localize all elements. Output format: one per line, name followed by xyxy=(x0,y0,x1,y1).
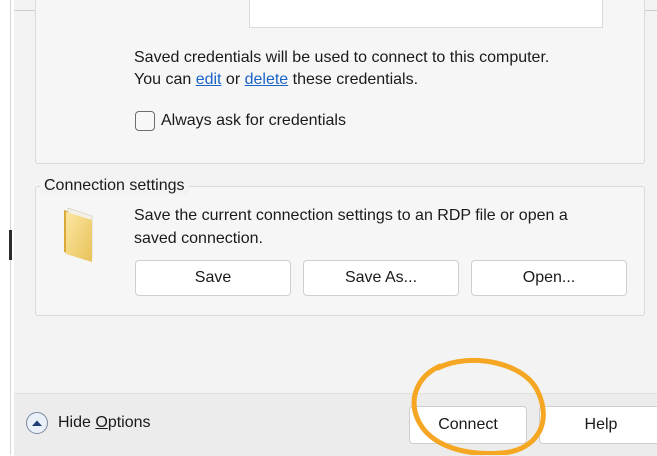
edge-line xyxy=(10,0,11,455)
edge-marker xyxy=(9,230,12,260)
credentials-text-prefix: You can xyxy=(134,71,196,88)
connection-settings-legend: Connection settings xyxy=(40,177,189,195)
always-ask-checkbox[interactable] xyxy=(135,111,155,131)
remote-desktop-dialog: Saved credentials will be used to connec… xyxy=(14,0,657,456)
dialog-footer: Hide Options Connect Help xyxy=(14,393,657,456)
connection-description-line1: Save the current connection settings to … xyxy=(134,207,568,224)
always-ask-label: Always ask for credentials xyxy=(161,112,346,129)
hide-options-label: Hide Options xyxy=(58,414,151,432)
save-button[interactable]: Save xyxy=(135,260,291,296)
chevron-up-icon[interactable] xyxy=(26,412,48,434)
help-button[interactable]: Help xyxy=(539,406,657,444)
always-ask-credentials-option[interactable]: Always ask for credentials xyxy=(135,111,346,131)
hide-options-text-prefix: Hide xyxy=(58,414,96,431)
left-window-edge xyxy=(0,0,14,455)
connect-button[interactable]: Connect xyxy=(409,406,527,444)
delete-credentials-link[interactable]: delete xyxy=(245,71,289,88)
open-button[interactable]: Open... xyxy=(471,260,627,296)
connection-description-line2: saved connection. xyxy=(134,230,263,247)
credentials-info-line2: You can edit or delete these credentials… xyxy=(134,69,418,91)
edit-credentials-link[interactable]: edit xyxy=(196,71,222,88)
credentials-info-line1: Saved credentials will be used to connec… xyxy=(134,49,550,66)
credentials-text-suffix: these credentials. xyxy=(288,71,419,88)
credentials-text-or: or xyxy=(221,71,245,88)
top-input-field[interactable] xyxy=(249,0,603,28)
hide-options-mnemonic: O xyxy=(95,414,108,431)
hide-options-text-suffix: ptions xyxy=(107,414,151,431)
save-as-button[interactable]: Save As... xyxy=(303,260,459,296)
hide-options-toggle[interactable]: Hide Options xyxy=(26,412,151,434)
folder-icon xyxy=(58,204,102,262)
